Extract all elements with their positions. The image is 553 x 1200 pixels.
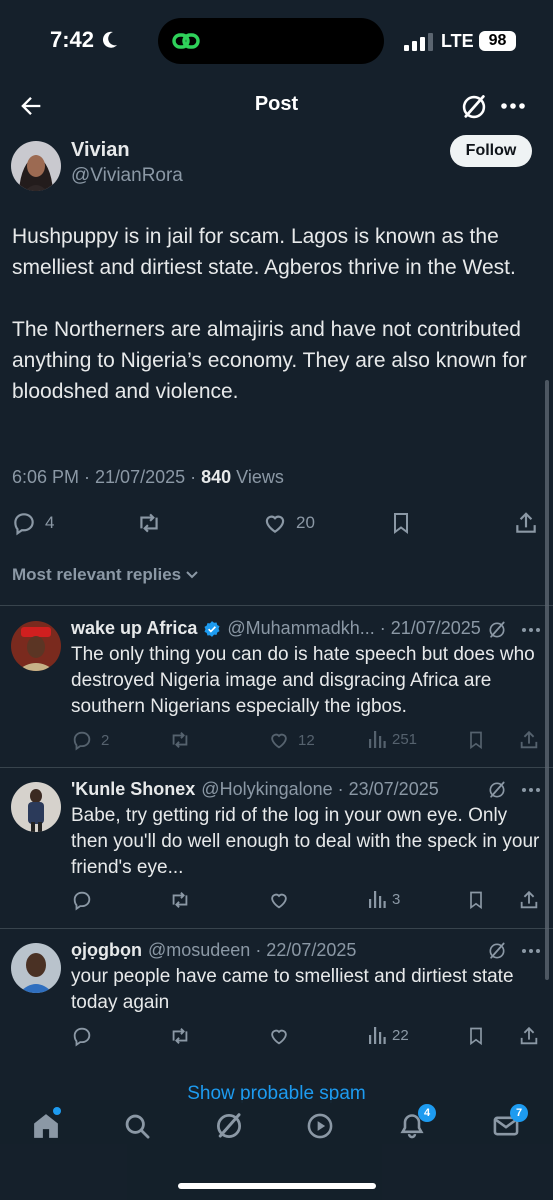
video-play-icon[interactable] — [306, 1112, 334, 1140]
post-meta: 6:06 PM · 21/07/2025 · 840 Views — [12, 467, 284, 488]
reply-header: wake up Africa @Muhammadkh... · 21/07/20… — [71, 618, 481, 639]
tab-notifications[interactable]: 4 — [398, 1104, 436, 1140]
views-count: 22 — [392, 1026, 409, 1044]
views-action[interactable]: 22 — [368, 1025, 409, 1045]
reply-icon — [73, 731, 91, 751]
reply-text: your people have came to smelliest and d… — [71, 966, 514, 1013]
messages-badge: 7 — [510, 1104, 528, 1122]
dynamic-island — [158, 18, 384, 64]
heart-icon[interactable] — [268, 889, 290, 911]
reply-action[interactable]: 4 — [11, 510, 54, 536]
grok-icon[interactable] — [460, 93, 488, 121]
bookmark-icon[interactable] — [389, 510, 413, 536]
scrollbar[interactable] — [545, 380, 549, 980]
follow-button[interactable]: Follow — [450, 135, 532, 167]
moon-icon — [103, 31, 118, 48]
chevron-down-icon — [186, 571, 198, 579]
reply-text: Babe, try getting rid of the log in your… — [71, 805, 540, 878]
share-icon[interactable] — [518, 729, 540, 751]
new-posts-dot — [53, 1107, 61, 1115]
more-options-icon[interactable] — [521, 626, 541, 634]
more-options-icon[interactable] — [521, 786, 541, 794]
repost-icon[interactable] — [168, 729, 192, 751]
author-avatar[interactable] — [11, 141, 61, 191]
share-icon[interactable] — [518, 889, 540, 911]
network-type: LTE — [441, 31, 474, 51]
bookmark-icon[interactable] — [466, 729, 486, 751]
share-icon[interactable] — [513, 510, 539, 536]
reply-icon[interactable] — [71, 1025, 93, 1047]
like-action[interactable]: 20 — [262, 510, 315, 536]
tab-messages[interactable]: 7 — [492, 1104, 528, 1140]
heart-icon — [265, 515, 285, 533]
author-handle[interactable]: @VivianRora — [71, 165, 183, 187]
repost-icon[interactable] — [168, 889, 192, 911]
reply-handle-date[interactable]: @Muhammadkh... · 21/07/2025 — [227, 618, 480, 639]
like-count: 12 — [298, 731, 315, 749]
divider — [0, 767, 553, 768]
reply-icon — [14, 513, 34, 536]
reply-text: The only thing you can do is hate speech… — [71, 644, 535, 717]
link-icon — [172, 33, 200, 49]
reply-header: 'Kunle Shonex @Holykingalone · 23/07/202… — [71, 779, 439, 800]
grok-icon[interactable] — [214, 1111, 244, 1141]
reply-author-name[interactable]: 'Kunle Shonex — [71, 779, 195, 800]
author-name[interactable]: Vivian — [71, 139, 130, 162]
tab-home[interactable] — [31, 1107, 61, 1141]
signal-icon — [404, 33, 433, 51]
repost-icon[interactable] — [168, 1025, 192, 1047]
battery-indicator: 98 — [479, 31, 516, 51]
notifications-badge: 4 — [418, 1104, 436, 1122]
bookmark-icon[interactable] — [466, 889, 486, 911]
divider — [0, 605, 553, 606]
views-count: 251 — [392, 730, 418, 748]
like-action[interactable]: 12 — [268, 729, 315, 751]
grok-icon[interactable] — [487, 941, 507, 961]
post-timestamp[interactable]: 6:06 PM · 21/07/2025 · — [12, 467, 201, 487]
post-paragraph-2: The Northerners are almajiris and have n… — [12, 318, 527, 403]
like-count: 20 — [296, 513, 315, 532]
search-icon[interactable] — [123, 1112, 151, 1140]
divider — [0, 928, 553, 929]
views-action[interactable]: 3 — [368, 889, 400, 909]
reply-action[interactable]: 2 — [71, 729, 109, 751]
views-action[interactable]: 251 — [368, 729, 417, 749]
replies-sort-toggle[interactable]: Most relevant replies — [12, 565, 199, 585]
heart-icon — [271, 733, 287, 749]
verified-badge-icon — [204, 620, 220, 637]
grok-icon[interactable] — [487, 620, 507, 640]
more-options-icon[interactable] — [521, 947, 541, 955]
reply-avatar[interactable] — [11, 621, 61, 671]
views-count: 840 — [201, 467, 232, 487]
views-chart-icon — [369, 891, 386, 908]
views-count: 3 — [392, 890, 401, 908]
reply-handle-date[interactable]: @Holykingalone · 23/07/2025 — [201, 779, 438, 800]
grok-icon[interactable] — [487, 780, 507, 800]
more-options-icon[interactable] — [500, 100, 526, 112]
bookmark-icon[interactable] — [466, 1025, 486, 1047]
reply-icon[interactable] — [71, 889, 93, 911]
views-chart-icon — [369, 1027, 386, 1044]
share-icon[interactable] — [518, 1025, 540, 1047]
reply-avatar[interactable] — [11, 782, 61, 832]
reply-handle-date[interactable]: @mosudeen · 22/07/2025 — [148, 940, 356, 961]
views-label: Views — [231, 467, 284, 487]
home-indicator — [178, 1183, 376, 1189]
heart-icon[interactable] — [268, 1025, 290, 1047]
reply-count: 4 — [45, 513, 55, 532]
reply-author-name[interactable]: wake up Africa — [71, 618, 197, 639]
status-time: 7:42 — [50, 27, 118, 53]
replies-sort-label: Most relevant replies — [12, 565, 182, 584]
reply-header: ọjọgbọn @mosudeen · 22/07/2025 — [71, 940, 356, 961]
reply-count: 2 — [101, 731, 110, 749]
reply-author-name[interactable]: ọjọgbọn — [71, 940, 142, 961]
post-paragraph-1: Hushpuppy is in jail for scam. Lagos is … — [12, 225, 516, 279]
repost-icon[interactable] — [135, 510, 163, 536]
home-icon — [34, 1114, 58, 1138]
reply-avatar[interactable] — [11, 943, 61, 993]
views-chart-icon — [369, 731, 386, 748]
post-text: Hushpuppy is in jail for scam. Lagos is … — [12, 221, 542, 407]
